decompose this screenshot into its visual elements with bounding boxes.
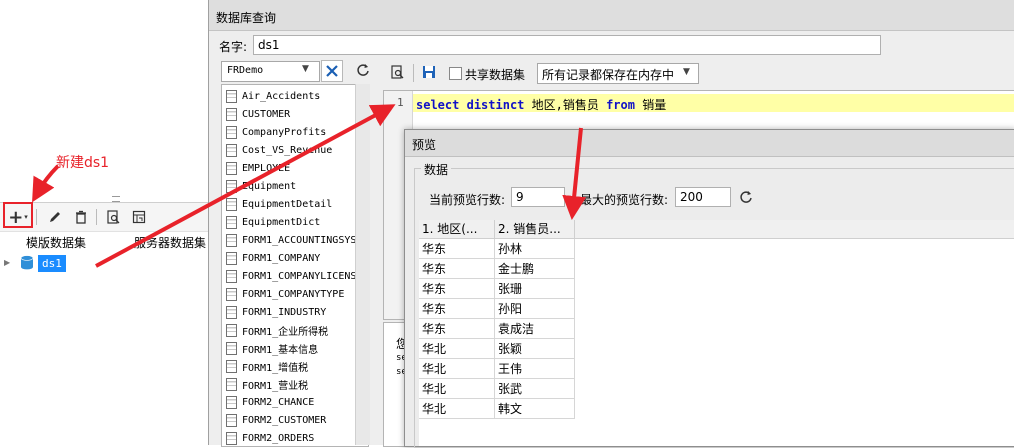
arrow-to-add-button [32, 164, 60, 203]
annotation-arrows [32, 104, 587, 268]
arrow-sql-to-preview [562, 127, 587, 220]
arrow-ds1-to-sql [95, 104, 396, 268]
